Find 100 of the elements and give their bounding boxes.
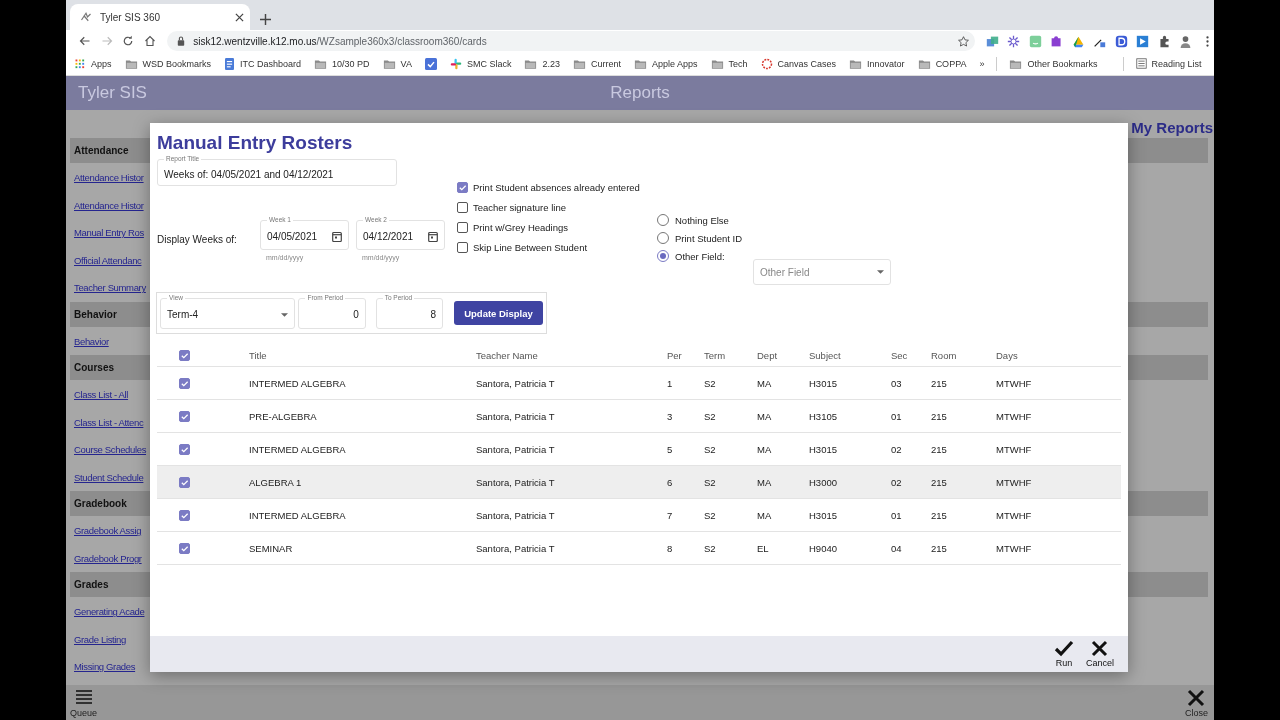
highlighted-row[interactable]: ALGEBRA 1 Santora, Patricia T 6 S2 MA H3000 02 215 MTWHF <box>157 466 1121 499</box>
tiles-icon[interactable] <box>986 34 999 48</box>
bookmark[interactable]: VA <box>400 58 412 69</box>
select-all-checkbox[interactable] <box>179 350 190 361</box>
browser-tab[interactable]: Tyler SIS 360 <box>70 4 250 30</box>
checkmark-icon[interactable] <box>424 57 437 70</box>
cancel-button[interactable]: Cancel <box>1086 636 1114 672</box>
folder-icon <box>573 57 586 70</box>
bookmark[interactable]: WSD Bookmarks <box>142 58 212 69</box>
bookmark[interactable]: ITC Dashboard <box>240 58 302 69</box>
table-cell-text: S2 <box>704 476 717 488</box>
address-bar[interactable]: sisk12.wentzville.k12.mo.us/WZsample360x3/classroom360/cards <box>167 31 975 51</box>
bookmark[interactable]: Apple Apps <box>652 58 698 69</box>
checkbox[interactable] <box>179 509 190 521</box>
report-link[interactable]: Attendance Histor <box>74 199 144 211</box>
dropdown[interactable]: Other Field <box>753 259 891 285</box>
star-icon[interactable] <box>958 35 969 47</box>
table-cell-text: 215 <box>931 443 948 455</box>
report-link[interactable]: Generating Acade <box>74 606 145 618</box>
document-icon <box>224 57 236 70</box>
report-link[interactable]: Gradebook Progr <box>74 552 142 564</box>
avatar-icon[interactable] <box>1179 34 1193 48</box>
bookmark[interactable]: Tech <box>728 58 748 69</box>
checkbox[interactable] <box>457 201 468 213</box>
table-cell-text: SEMINAR <box>249 542 294 554</box>
checkmark-icon <box>1054 640 1074 657</box>
bookmark[interactable]: Other Bookmarks <box>1027 58 1098 69</box>
table-cell-text: EL <box>757 542 770 554</box>
pinwheel-icon <box>449 57 462 70</box>
run-button[interactable]: Run <box>1054 636 1074 672</box>
dropdown-caret-icon[interactable] <box>877 270 884 274</box>
report-link[interactable]: Manual Entry Ros <box>74 227 144 239</box>
table-row[interactable]: SEMINAR Santora, Patricia T 8 S2 EL H9040 04 215 MTWHF <box>157 532 1121 565</box>
calendar-icon[interactable] <box>428 231 438 242</box>
report-link[interactable]: Teacher Summary <box>74 282 146 294</box>
plus-icon[interactable] <box>260 14 271 25</box>
table-row[interactable]: PRE-ALGEBRA Santora, Patricia T 3 S2 MA H3105 01 215 MTWHF <box>157 400 1121 433</box>
burst-icon[interactable] <box>1007 34 1021 48</box>
report-link[interactable]: Grade Listing <box>74 633 126 645</box>
lock-icon <box>177 36 186 46</box>
table-row[interactable]: INTERMED ALGEBRA Santora, Patricia T 1 S2 MA H3015 03 215 MTWHF <box>157 367 1121 400</box>
checkbox[interactable] <box>179 476 190 488</box>
report-link[interactable]: Attendance Histor <box>74 172 144 184</box>
table-cell-text: 8 <box>667 542 674 554</box>
more-bookmarks[interactable]: » <box>979 58 985 69</box>
table-cell-text: 215 <box>931 476 948 488</box>
column-header: Days <box>996 350 1019 361</box>
report-link[interactable]: Behavior <box>74 335 109 347</box>
close-icon[interactable] <box>235 12 244 22</box>
report-link[interactable]: Gradebook Assig <box>74 525 142 537</box>
bookmark[interactable]: Apps <box>91 58 112 69</box>
bookmark[interactable]: SMC Slack <box>466 58 512 69</box>
home-icon[interactable] <box>144 35 157 47</box>
table-row[interactable]: INTERMED ALGEBRA Santora, Patricia T 7 S2 MA H3015 01 215 MTWHF <box>157 499 1121 532</box>
report-link[interactable]: Missing Grades <box>74 661 136 673</box>
reading-list[interactable]: Reading List <box>1151 58 1202 69</box>
extensions-icon[interactable] <box>1158 34 1171 48</box>
bookmark[interactable]: Innovator <box>867 58 905 69</box>
queue-button[interactable]: Queue <box>70 689 98 718</box>
checkbox[interactable] <box>179 410 190 422</box>
table-cell-text: INTERMED ALGEBRA <box>249 377 347 389</box>
table-cell-text: MA <box>757 443 773 455</box>
radio-button[interactable] <box>657 214 669 226</box>
report-link[interactable]: Class List - Attenc <box>74 416 144 428</box>
bookmark[interactable]: 2.23 <box>542 58 560 69</box>
checkbox[interactable] <box>457 181 468 193</box>
checkbox[interactable] <box>457 241 468 253</box>
radio-button[interactable] <box>657 250 669 262</box>
checkbox[interactable] <box>179 377 190 389</box>
folder-icon <box>382 57 396 70</box>
letter-d-icon[interactable] <box>1115 34 1128 48</box>
column-header: Room <box>931 350 958 361</box>
report-link[interactable]: Course Schedules <box>74 444 147 456</box>
close-button[interactable]: Close <box>1185 689 1208 718</box>
play-square-icon[interactable] <box>1136 34 1150 48</box>
checkbox[interactable] <box>179 443 190 455</box>
table-cell-text: H3015 <box>809 443 838 455</box>
report-link[interactable]: Class List - All <box>74 389 129 401</box>
drive-triangle-icon[interactable] <box>1072 34 1085 48</box>
section-heading: My Reports <box>1131 119 1213 136</box>
back-icon[interactable] <box>78 35 91 47</box>
bookmark[interactable]: Current <box>591 58 621 69</box>
reload-icon[interactable] <box>122 35 135 47</box>
folder-icon <box>917 57 931 70</box>
report-link[interactable]: Official Attendanc <box>74 254 142 266</box>
dropdown-caret-icon[interactable] <box>281 312 289 317</box>
check-icon <box>180 351 189 360</box>
table-cell-text: 215 <box>931 377 948 389</box>
checkbox[interactable] <box>457 221 468 233</box>
calendar-icon[interactable] <box>332 231 342 242</box>
bookmark[interactable]: COPPA <box>935 58 967 69</box>
bookmark[interactable]: Canvas Cases <box>777 58 837 69</box>
radio-button[interactable] <box>657 232 669 244</box>
checkbox[interactable] <box>179 542 190 554</box>
report-link[interactable]: Student Schedule <box>74 471 144 483</box>
table-cell-text: 03 <box>891 377 903 389</box>
bookmark[interactable]: 10/30 PD <box>332 58 370 69</box>
table-cell-text: Santora, Patricia T <box>476 443 556 455</box>
table-cell-text: H3105 <box>809 410 838 422</box>
update-display-button[interactable]: Update Display <box>454 301 543 325</box>
